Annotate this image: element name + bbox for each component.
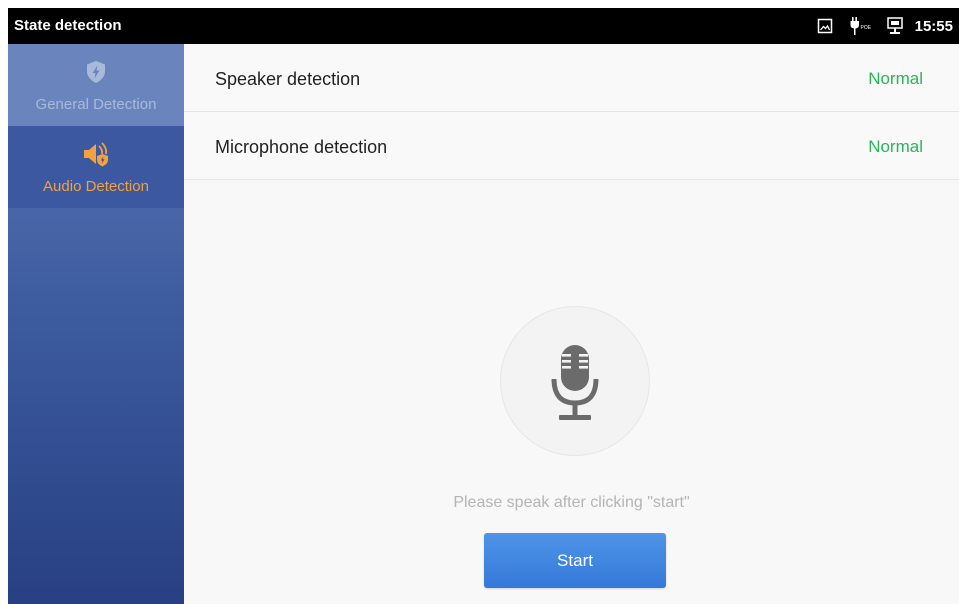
clock: 15:55 — [914, 17, 953, 35]
status-text: Normal — [868, 137, 923, 156]
shield-bolt-icon — [82, 58, 110, 86]
sidebar-item-audio-detection[interactable]: Audio Detection — [8, 126, 184, 208]
speaker-shield-icon — [82, 140, 110, 168]
sidebar-item-label: Audio Detection — [43, 178, 149, 195]
detection-name: Microphone detection — [215, 137, 388, 157]
app-title: State detection — [14, 17, 122, 34]
microphone-indicator — [500, 306, 650, 456]
main-content: Speaker detection Normal Microphone dete… — [184, 44, 959, 604]
status-icons: POE 15:55 — [817, 16, 953, 36]
detection-row-speaker[interactable]: Speaker detection Normal — [184, 44, 959, 112]
screenshot-icon — [817, 18, 833, 34]
detection-row-microphone[interactable]: Microphone detection Normal — [184, 112, 959, 180]
sidebar-item-general-detection[interactable]: General Detection — [8, 44, 184, 126]
svg-text:POE: POE — [860, 25, 871, 31]
sidebar-item-label: General Detection — [35, 96, 157, 113]
poe-icon: POE — [849, 17, 871, 35]
app-screen: State detection POE 15:55 General Detect… — [8, 8, 959, 604]
microphone-icon — [551, 345, 599, 420]
hint-text: Please speak after clicking "start" — [453, 494, 690, 511]
status-text: Normal — [868, 69, 923, 88]
sidebar: General Detection Audio Detection — [8, 44, 184, 604]
ethernet-icon — [886, 17, 903, 35]
start-button[interactable]: Start — [484, 533, 666, 588]
status-bar: State detection POE 15:55 — [8, 8, 959, 44]
detection-name: Speaker detection — [215, 69, 361, 89]
